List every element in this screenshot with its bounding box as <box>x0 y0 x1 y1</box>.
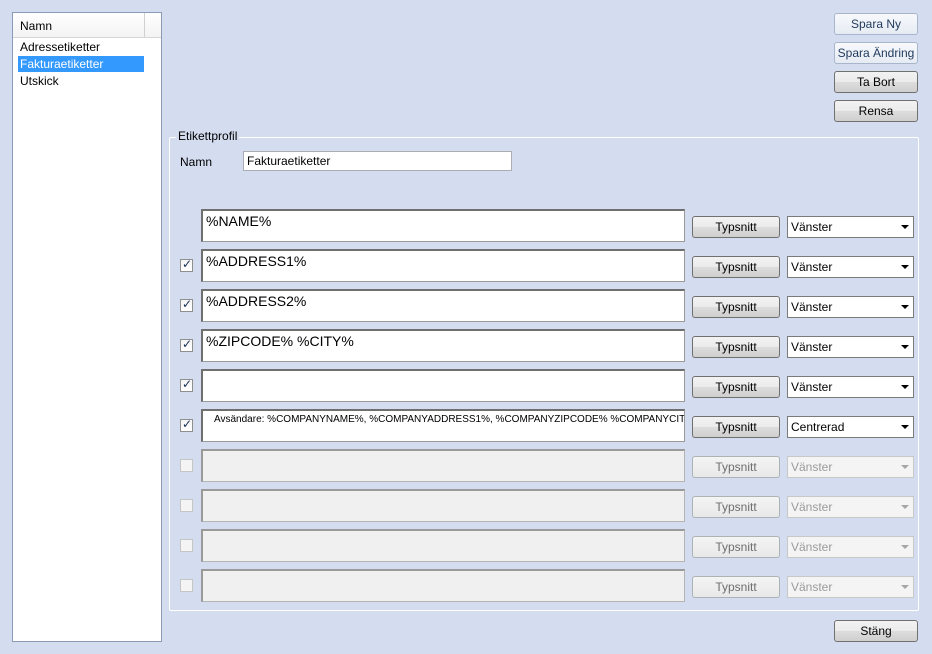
profile-list[interactable]: Namn Adressetiketter Fakturaetiketter Utsk… <box>12 12 162 642</box>
dropdown-arrow-icon <box>901 305 909 309</box>
line-4-alignment-select[interactable]: Vänster <box>787 336 914 358</box>
alignment-value: Vänster <box>791 340 833 354</box>
alignment-value: Vänster <box>791 220 833 234</box>
save-change-button[interactable]: Spara Ändring <box>834 42 918 64</box>
alignment-value: Vänster <box>791 300 833 314</box>
group-label: Etikettprofil <box>176 129 240 143</box>
line-8-alignment-select[interactable]: Vänster <box>787 496 914 518</box>
alignment-value: Centrerad <box>791 420 845 434</box>
list-item[interactable]: Utskick <box>18 73 144 89</box>
line-6-text-input[interactable]: Avsändare: %COMPANYNAME%, %COMPANYADDRES… <box>201 409 685 442</box>
line-4-font-button[interactable]: Typsnitt <box>692 336 780 358</box>
alignment-value: Vänster <box>791 580 833 594</box>
line-4-checkbox[interactable] <box>180 337 193 352</box>
column-separator[interactable] <box>144 13 145 37</box>
line-7-checkbox[interactable] <box>180 459 193 472</box>
dropdown-arrow-icon <box>901 545 909 549</box>
line-6-alignment-select[interactable]: Centrerad <box>787 416 914 438</box>
list-item[interactable]: Fakturaetiketter <box>18 56 144 72</box>
profile-name-input[interactable]: Fakturaetiketter <box>243 151 512 171</box>
line-10-text-input[interactable] <box>201 569 685 602</box>
line-6-checkbox[interactable] <box>180 417 193 432</box>
line-8-font-button[interactable]: Typsnitt <box>692 496 780 518</box>
delete-button[interactable]: Ta Bort <box>834 71 918 93</box>
alignment-value: Vänster <box>791 260 833 274</box>
line-5-font-button[interactable]: Typsnitt <box>692 376 780 398</box>
line-3-font-button[interactable]: Typsnitt <box>692 296 780 318</box>
line-1-font-button[interactable]: Typsnitt <box>692 216 780 238</box>
line-7-text-input[interactable] <box>201 449 685 482</box>
line-8-checkbox[interactable] <box>180 499 193 512</box>
dropdown-arrow-icon <box>901 585 909 589</box>
line-9-text-input[interactable] <box>201 529 685 562</box>
dropdown-arrow-icon <box>901 505 909 509</box>
alignment-value: Vänster <box>791 380 833 394</box>
dropdown-arrow-icon <box>901 345 909 349</box>
line-9-font-button[interactable]: Typsnitt <box>692 536 780 558</box>
close-button[interactable]: Stäng <box>834 620 918 642</box>
line-10-checkbox[interactable] <box>180 579 193 592</box>
line-5-text-input[interactable] <box>201 369 685 402</box>
list-item[interactable]: Adressetiketter <box>18 39 144 55</box>
line-3-checkbox[interactable] <box>180 297 193 312</box>
line-2-text-input[interactable]: %ADDRESS1% <box>201 249 685 282</box>
line-9-checkbox[interactable] <box>180 539 193 552</box>
line-6-font-button[interactable]: Typsnitt <box>692 416 780 438</box>
line-5-checkbox[interactable] <box>180 377 193 392</box>
line-4-text-input[interactable]: %ZIPCODE% %CITY% <box>201 329 685 362</box>
line-8-text-input[interactable] <box>201 489 685 522</box>
line-9-alignment-select[interactable]: Vänster <box>787 536 914 558</box>
alignment-value: Vänster <box>791 500 833 514</box>
alignment-value: Vänster <box>791 540 833 554</box>
line-7-font-button[interactable]: Typsnitt <box>692 456 780 478</box>
line-10-alignment-select[interactable]: Vänster <box>787 576 914 598</box>
line-2-checkbox[interactable] <box>180 257 193 272</box>
alignment-value: Vänster <box>791 460 833 474</box>
dropdown-arrow-icon <box>901 425 909 429</box>
line-7-alignment-select[interactable]: Vänster <box>787 456 914 478</box>
dropdown-arrow-icon <box>901 385 909 389</box>
line-3-text-input[interactable]: %ADDRESS2% <box>201 289 685 322</box>
dropdown-arrow-icon <box>901 465 909 469</box>
line-10-font-button[interactable]: Typsnitt <box>692 576 780 598</box>
dropdown-arrow-icon <box>901 265 909 269</box>
name-label: Namn <box>180 155 213 169</box>
clear-button[interactable]: Rensa <box>834 100 918 122</box>
line-2-font-button[interactable]: Typsnitt <box>692 256 780 278</box>
save-new-button[interactable]: Spara Ny <box>834 13 918 35</box>
dropdown-arrow-icon <box>901 225 909 229</box>
line-2-alignment-select[interactable]: Vänster <box>787 256 914 278</box>
line-1-text-input[interactable]: %NAME% <box>201 209 685 242</box>
list-header-label: Namn <box>20 19 53 33</box>
line-3-alignment-select[interactable]: Vänster <box>787 296 914 318</box>
list-column-header[interactable]: Namn <box>13 13 161 38</box>
line-5-alignment-select[interactable]: Vänster <box>787 376 914 398</box>
line-1-alignment-select[interactable]: Vänster <box>787 216 914 238</box>
